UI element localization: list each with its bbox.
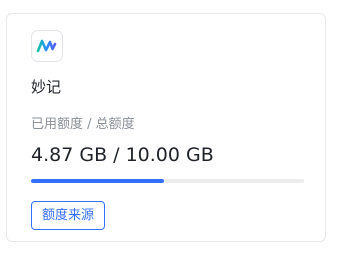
quota-value: 4.87 GB / 10.00 GB	[31, 144, 214, 166]
quota-source-button[interactable]: 额度来源	[31, 201, 106, 230]
waveform-icon	[36, 39, 57, 53]
quota-progress-fill	[31, 179, 164, 183]
miaoji-app-icon	[31, 30, 63, 62]
app-name: 妙记	[31, 78, 62, 96]
quota-progress-bar	[31, 179, 304, 183]
quota-label: 已用额度 / 总额度	[31, 117, 135, 132]
quota-card: 妙记 已用额度 / 总额度 4.87 GB / 10.00 GB 额度来源	[6, 13, 326, 242]
